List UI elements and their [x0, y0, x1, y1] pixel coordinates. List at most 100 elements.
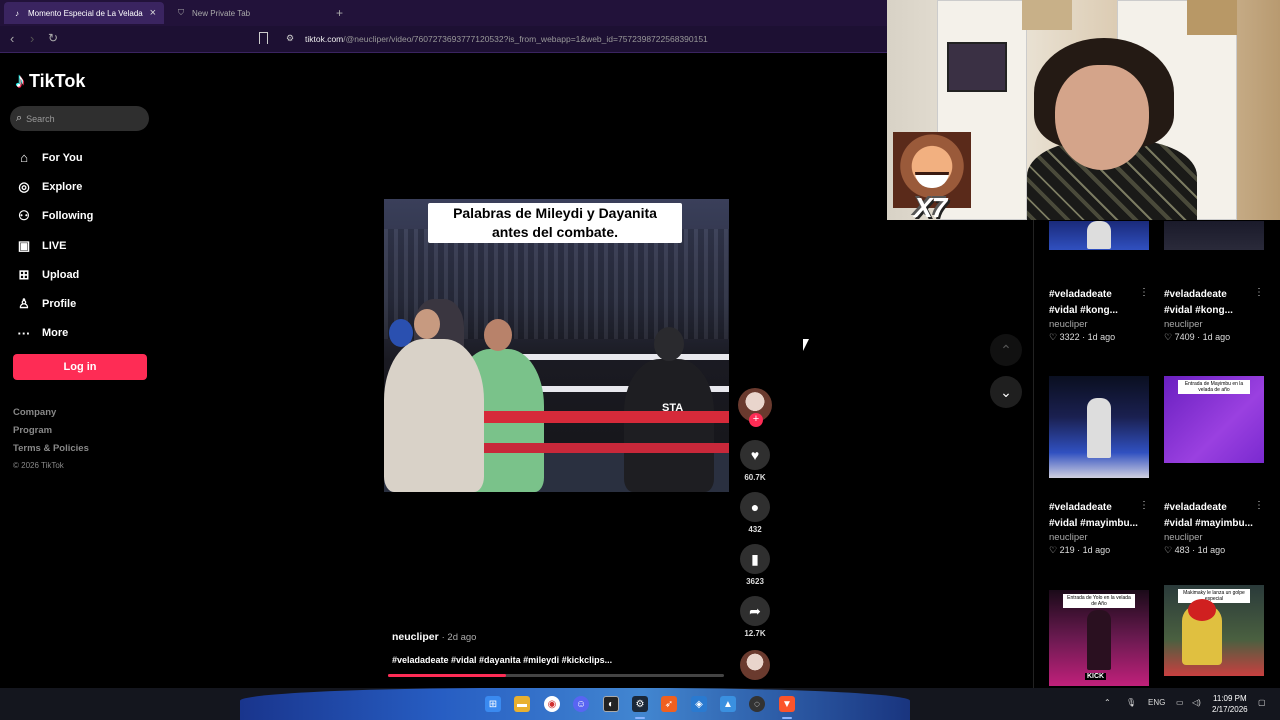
- related-thumbnail[interactable]: Makimaky le lanza un golpe especial: [1164, 585, 1264, 676]
- related-tags: #vidal #mayimbu...: [1049, 517, 1138, 529]
- browser-tab-bar: ♪ Momento Especial de La Velada × ⛉ New …: [0, 0, 887, 26]
- creator-avatar[interactable]: +: [738, 388, 772, 427]
- photos-icon[interactable]: ▲: [720, 696, 736, 712]
- like-button[interactable]: ♥: [740, 440, 770, 470]
- follow-plus-icon[interactable]: +: [749, 413, 763, 427]
- more-options-icon[interactable]: ⋮: [1254, 287, 1264, 298]
- related-item-meta[interactable]: #veladadeate #vidal #kong... neucliper ♡…: [1164, 287, 1274, 343]
- music-disc-avatar[interactable]: [740, 650, 770, 680]
- video-author[interactable]: neucliper · 2d ago: [392, 631, 476, 643]
- footer-link-terms[interactable]: Terms & Policies: [13, 443, 89, 461]
- tab-private[interactable]: ⛉ New Private Tab: [168, 2, 338, 24]
- more-options-icon[interactable]: ⋮: [1139, 500, 1149, 511]
- chrome-icon[interactable]: ◉: [544, 696, 560, 712]
- mouse-cursor-icon: [803, 339, 809, 351]
- video-description[interactable]: #veladadeate #vidal #dayanita #mileydi #…: [392, 655, 612, 665]
- related-thumbnail[interactable]: [1049, 221, 1149, 250]
- thumbnail-figure: [1182, 599, 1222, 665]
- volume-icon[interactable]: ◁): [1192, 698, 1201, 707]
- language-indicator[interactable]: ENG: [1148, 698, 1165, 707]
- video-figure: [654, 327, 684, 361]
- reload-icon[interactable]: ↻: [48, 31, 58, 45]
- tiktok-logo[interactable]: ♪ TikTok: [15, 70, 85, 93]
- shelf-item: [1187, 0, 1237, 35]
- tab-tiktok[interactable]: ♪ Momento Especial de La Velada ×: [4, 2, 164, 24]
- url-host: tiktok.com: [305, 34, 344, 44]
- app-icon[interactable]: ◌: [749, 696, 765, 712]
- related-thumbnail[interactable]: [1049, 376, 1149, 478]
- caption-line: Palabras de Mileydi y Dayanita: [453, 205, 657, 221]
- sidebar-item-profile[interactable]: ♙ Profile: [15, 289, 93, 318]
- bookmark-icon: ▮: [751, 550, 759, 567]
- app-icon[interactable]: ➶: [661, 696, 677, 712]
- related-stats: ♡ 219 · 1d ago: [1049, 545, 1111, 555]
- sidebar-item-upload[interactable]: ⊞ Upload: [15, 260, 93, 289]
- comment-icon: ●: [750, 499, 760, 515]
- related-stats: ♡ 483 · 1d ago: [1164, 545, 1226, 555]
- sidebar-item-explore[interactable]: ◎ Explore: [15, 172, 93, 201]
- posted-time: · 2d ago: [441, 632, 477, 643]
- windows-start-icon[interactable]: ⊞: [485, 696, 501, 712]
- close-tab-icon[interactable]: ×: [150, 7, 156, 19]
- ring-rope: [464, 443, 729, 453]
- next-video-button[interactable]: ⌄: [990, 376, 1022, 408]
- thumbnail-figure: [1087, 398, 1111, 458]
- video-actions: + ♥ 60.7K ● 432 ▮ 3623 ➦ 12.7K: [737, 388, 773, 648]
- microphone-icon[interactable]: 🎙︎: [1126, 698, 1136, 707]
- video-figure: [484, 319, 512, 351]
- thumbnail-figure: [1087, 610, 1111, 670]
- network-icon[interactable]: ▭: [1176, 698, 1184, 707]
- home-icon: ⌂: [20, 150, 28, 166]
- related-thumbnail[interactable]: Entrada de Mayimbu en la velada de año: [1164, 376, 1264, 463]
- related-item-meta[interactable]: #veladadeate #vidal #mayimbu... neuclipe…: [1164, 500, 1274, 556]
- sidebar-item-label: For You: [42, 151, 83, 164]
- new-tab-icon[interactable]: +: [336, 6, 343, 20]
- kick-watermark: KICK: [1085, 673, 1107, 680]
- author-name[interactable]: neucliper: [392, 631, 439, 643]
- tray-chevron-icon[interactable]: ⌃: [1104, 698, 1111, 707]
- sidebar-item-more[interactable]: ··· More: [15, 319, 93, 348]
- related-thumbnail[interactable]: Entrada de Yolo en la velada de Año KICK: [1049, 590, 1149, 686]
- forward-icon[interactable]: ›: [30, 31, 34, 46]
- related-author: neucliper: [1164, 532, 1203, 543]
- sidebar-item-live[interactable]: ▣ LIVE: [15, 231, 93, 260]
- related-item-meta[interactable]: #veladadeate #vidal #mayimbu... neuclipe…: [1049, 500, 1159, 556]
- brave-icon[interactable]: ▼: [779, 696, 795, 712]
- meme-mouth: [915, 172, 949, 188]
- save-count: 3623: [746, 577, 764, 586]
- sidebar-item-for-you[interactable]: ⌂ For You: [15, 143, 93, 172]
- like-count: 60.7K: [744, 473, 766, 482]
- previous-video-button[interactable]: ⌃: [990, 334, 1022, 366]
- related-item-meta[interactable]: #veladadeate #vidal #kong... neucliper ♡…: [1049, 287, 1159, 343]
- login-button[interactable]: Log in: [13, 354, 147, 380]
- save-button[interactable]: ▮: [740, 544, 770, 574]
- steam-icon[interactable]: ⚙: [632, 696, 648, 712]
- footer-link-program[interactable]: Program: [13, 425, 89, 443]
- sidebar-item-following[interactable]: ⚇ Following: [15, 202, 93, 231]
- more-options-icon[interactable]: ⋮: [1254, 500, 1264, 511]
- back-icon[interactable]: ‹: [10, 31, 14, 46]
- taskbar-clock[interactable]: 11:09 PM 2/17/2026: [1212, 693, 1248, 715]
- bookmark-icon[interactable]: [259, 32, 268, 44]
- vscode-icon[interactable]: ◈: [691, 696, 707, 712]
- notifications-icon[interactable]: ▢: [1258, 698, 1266, 707]
- related-ago: 1d ago: [1082, 545, 1111, 555]
- footer-link-company[interactable]: Company: [13, 407, 89, 425]
- more-options-icon[interactable]: ⋮: [1139, 287, 1149, 298]
- related-thumbnail[interactable]: [1164, 221, 1264, 250]
- shield-icon: ⛉: [178, 8, 184, 17]
- share-button[interactable]: ➦: [740, 596, 770, 626]
- search-input[interactable]: ⌕ Search: [10, 106, 149, 131]
- comment-button[interactable]: ●: [740, 492, 770, 522]
- tiktok-logo-icon: ♪: [15, 70, 25, 92]
- url-field[interactable]: tiktok.com/@neucliper/video/760727369377…: [305, 34, 708, 44]
- video-caption: Palabras de Mileydi y Dayanita antes del…: [428, 203, 682, 243]
- related-stats: ♡ 7409 · 1d ago: [1164, 332, 1231, 342]
- obs-icon[interactable]: ◐: [603, 696, 619, 712]
- video-progress-bar[interactable]: [388, 674, 724, 677]
- video-figure: [414, 309, 440, 339]
- file-explorer-icon[interactable]: ▬: [514, 696, 530, 712]
- site-settings-icon[interactable]: ⚙: [286, 33, 294, 44]
- discord-icon[interactable]: ☺: [573, 696, 589, 712]
- video-figure: [384, 339, 484, 492]
